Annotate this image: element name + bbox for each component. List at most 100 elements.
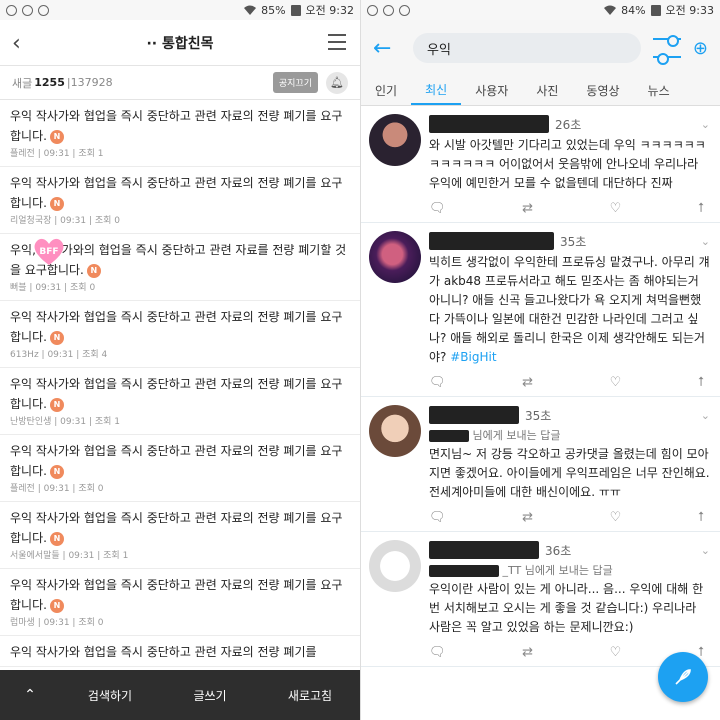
post-title: 우익 작사가와 협업을 즉시 중단하고 관련 자료의 전량 폐기를 요구합니다.… [10,575,350,615]
tab-1[interactable]: 최신 [411,76,462,105]
battery-icon [650,4,661,16]
post-time: 09:31 [35,283,62,293]
like-icon[interactable]: ♡ [610,375,622,390]
chevron-down-icon[interactable]: ⌄ [701,118,710,131]
search-bar: ← 우익 ⊕ [361,20,720,76]
back-button[interactable]: ‹ [12,31,21,56]
clock: 오전 9:33 [665,4,714,17]
retweet-icon[interactable]: ⇄ [522,510,533,525]
tweet-list: 26초 ⌄ 와 시발 아갓텔만 기다리고 있었는데 우익 ㅋㅋㅋㅋㅋㅋㅋㅋㅋㅋㅋㅋ … [361,106,720,667]
reply-to-text: 님에게 보내는 답글 [472,429,561,442]
add-user-icon[interactable]: ⊕ [693,38,708,59]
clock: 오전 9:32 [305,4,354,17]
share-icon[interactable]: ⭡ [698,201,704,216]
search-input[interactable]: 우익 [413,33,641,63]
tab-3[interactable]: 사진 [522,76,572,105]
post-title: 우익 작사가와 협업을 즉시 중단하고 관련 자료의 전량 폐기를 요구합니다.… [10,508,350,548]
bell-icon[interactable]: 🔔︎ [326,71,348,94]
reply-icon[interactable]: 🗨︎ [429,201,446,216]
compose-tweet-button[interactable] [658,652,708,702]
post-title: 우익 작사가와 협업을 즉시 중단하고 관련 자료의 전량 폐기를 요구합니다.… [10,173,350,213]
tab-0[interactable]: 인기 [361,76,411,105]
notice-toggle-button[interactable]: 공지끄기 [272,72,318,93]
redacted-handle [429,565,499,577]
chevron-down-icon[interactable]: ⌄ [701,409,710,422]
post-views: 조회 0 [78,484,104,494]
twitter-search-screen: 84% 오전 9:33 ← 우익 ⊕ 인기 최신 사용자 사진 동영상 뉴스 26초 ⌄ 와 … [360,0,720,720]
tweet[interactable]: 35초 ⌄ 님에게 보내는 답글 면지님~ 저 강등 각오하고 공카댓글 올렸는데 … [361,397,720,532]
avatar[interactable] [369,405,421,457]
post-meta: 뻐블 | 09:31 | 조회 0 [10,283,96,293]
new-badge: N [49,531,64,546]
redacted-username [429,115,549,133]
post-author: 리얼청국장 [10,216,52,226]
reply-icon[interactable]: 🗨︎ [429,510,446,525]
post-meta: 플레전 | 09:31 | 조회 1 [10,149,104,159]
tweet[interactable]: 26초 ⌄ 와 시발 아갓텔만 기다리고 있었는데 우익 ㅋㅋㅋㅋㅋㅋㅋㅋㅋㅋㅋㅋ … [361,106,720,223]
reply-icon[interactable]: 🗨︎ [429,645,446,660]
tweet-time: 35초 [525,408,552,423]
search-button[interactable]: 검색하기 [60,687,160,704]
filter-icon[interactable] [652,35,681,65]
post-item[interactable]: 우익 작사가와 협업을 즉시 중단하고 관련 자료의 전량 폐기를 요구합니다.… [0,368,360,435]
notification-icon [6,4,17,16]
twitter-top: 84% 오전 9:33 ← 우익 ⊕ [361,0,720,76]
status-bar: 85% 오전 9:32 [0,0,360,20]
new-badge: N [86,263,101,278]
scroll-top-icon[interactable]: ⌃ [0,687,60,703]
avatar[interactable] [369,540,421,592]
tab-5[interactable]: 뉴스 [634,76,684,105]
post-meta: 럽마생 | 09:31 | 조회 0 [10,618,104,628]
like-icon[interactable]: ♡ [610,645,622,660]
bottom-toolbar: ⌃ 검색하기 글쓰기 새로고침 [0,670,360,720]
post-meta: 613Hz | 09:31 | 조회 4 [10,350,108,360]
post-item[interactable]: 우익 작사가와 협업을 즉시 중단하고 관련 자료의 전량 폐기를 요구합니다.… [0,301,360,368]
like-icon[interactable]: ♡ [610,510,622,525]
avatar[interactable] [369,114,421,166]
write-button[interactable]: 글쓰기 [160,687,260,704]
tweet-text: 우익이란 사람이 있는 게 아니라... 음... 우익에 대해 한번 서치해보… [429,580,710,637]
reply-icon[interactable]: 🗨︎ [429,375,446,390]
post-item[interactable]: 우익 작사가와 협업을 즉시 중단하고 관련 자료의 전량 폐기를 [0,636,360,667]
post-views: 조회 4 [82,350,108,360]
redacted-handle [429,430,469,442]
redacted-username [429,541,539,559]
notification-icon [38,4,49,16]
retweet-icon[interactable]: ⇄ [522,375,533,390]
new-badge: N [49,464,64,479]
tweet-body: 35초 ⌄ 님에게 보내는 답글 면지님~ 저 강등 각오하고 공카댓글 올렸는데 … [429,405,710,525]
battery-percent: 85% [261,3,286,17]
tab-4[interactable]: 동영상 [572,76,633,105]
post-item[interactable]: 우익 작사가와 협업을 즉시 중단하고 관련 자료의 전량 폐기를 요구합니다.… [0,100,360,167]
post-title: 우익 작사가와 협업을 즉시 중단하고 관련 자료의 전량 폐기를 요구합니다.… [10,106,350,146]
post-title: 우익 작사가와 협업을 즉시 중단하고 관련 자료의 전량 폐기를 [10,642,350,662]
tweet-text-body: 우익이란 사람이 있는 게 아니라... 음... 우익에 대해 한번 서치해보… [429,582,704,634]
refresh-button[interactable]: 새로고침 [260,687,360,704]
chevron-down-icon[interactable]: ⌄ [701,235,710,248]
new-badge: N [49,397,64,412]
retweet-icon[interactable]: ⇄ [522,645,533,660]
post-item[interactable]: 우익 작사가와 협업을 즉시 중단하고 관련 자료의 전량 폐기를 요구합니다.… [0,569,360,636]
tweet-text: 와 시발 아갓텔만 기다리고 있었는데 우익 ㅋㅋㅋㅋㅋㅋㅋㅋㅋㅋㅋㅋ 어이없어… [429,136,710,193]
tweet-actions: 🗨︎ ⇄ ♡ ⭡ [429,375,710,390]
tab-2[interactable]: 사용자 [461,76,522,105]
post-item[interactable]: 우익 작사가와 협업을 즉시 중단하고 관련 자료의 전량 폐기를 요구합니다.… [0,435,360,502]
post-item[interactable]: BFF 우익, 작사가와의 협업을 즉시 중단하고 관련 자료를 전량 폐기할 것… [0,234,360,301]
share-icon[interactable]: ⭡ [698,510,704,525]
post-item[interactable]: 우익 작사가와 협업을 즉시 중단하고 관련 자료의 전량 폐기를 요구합니다.… [0,167,360,234]
post-meta: 플레전 | 09:31 | 조회 0 [10,484,104,494]
avatar[interactable] [369,231,421,283]
post-item[interactable]: 우익 작사가와 협업을 즉시 중단하고 관련 자료의 전량 폐기를 요구합니다.… [0,502,360,569]
back-arrow-icon[interactable]: ← [373,36,413,61]
retweet-icon[interactable]: ⇄ [522,201,533,216]
share-icon[interactable]: ⭡ [698,375,704,390]
like-icon[interactable]: ♡ [610,201,622,216]
tweet-text-body: 빅히트 생각없이 우익한테 프로듀싱 맡겼구나. 아무리 걔가 akb48 프로… [429,255,710,364]
chevron-down-icon[interactable]: ⌄ [701,544,710,557]
tweet[interactable]: 36초 ⌄ _TT 님에게 보내는 답글 우익이란 사람이 있는 게 아니라... … [361,532,720,667]
menu-icon[interactable] [328,34,346,50]
hashtag-link[interactable]: #BigHit [450,350,496,364]
tweet[interactable]: 35초 ⌄ 빅히트 생각없이 우익한테 프로듀싱 맡겼구나. 아무리 걔가 akb4… [361,223,720,397]
post-time: 09:31 [43,484,70,494]
new-posts-count: 1255 [34,76,65,89]
